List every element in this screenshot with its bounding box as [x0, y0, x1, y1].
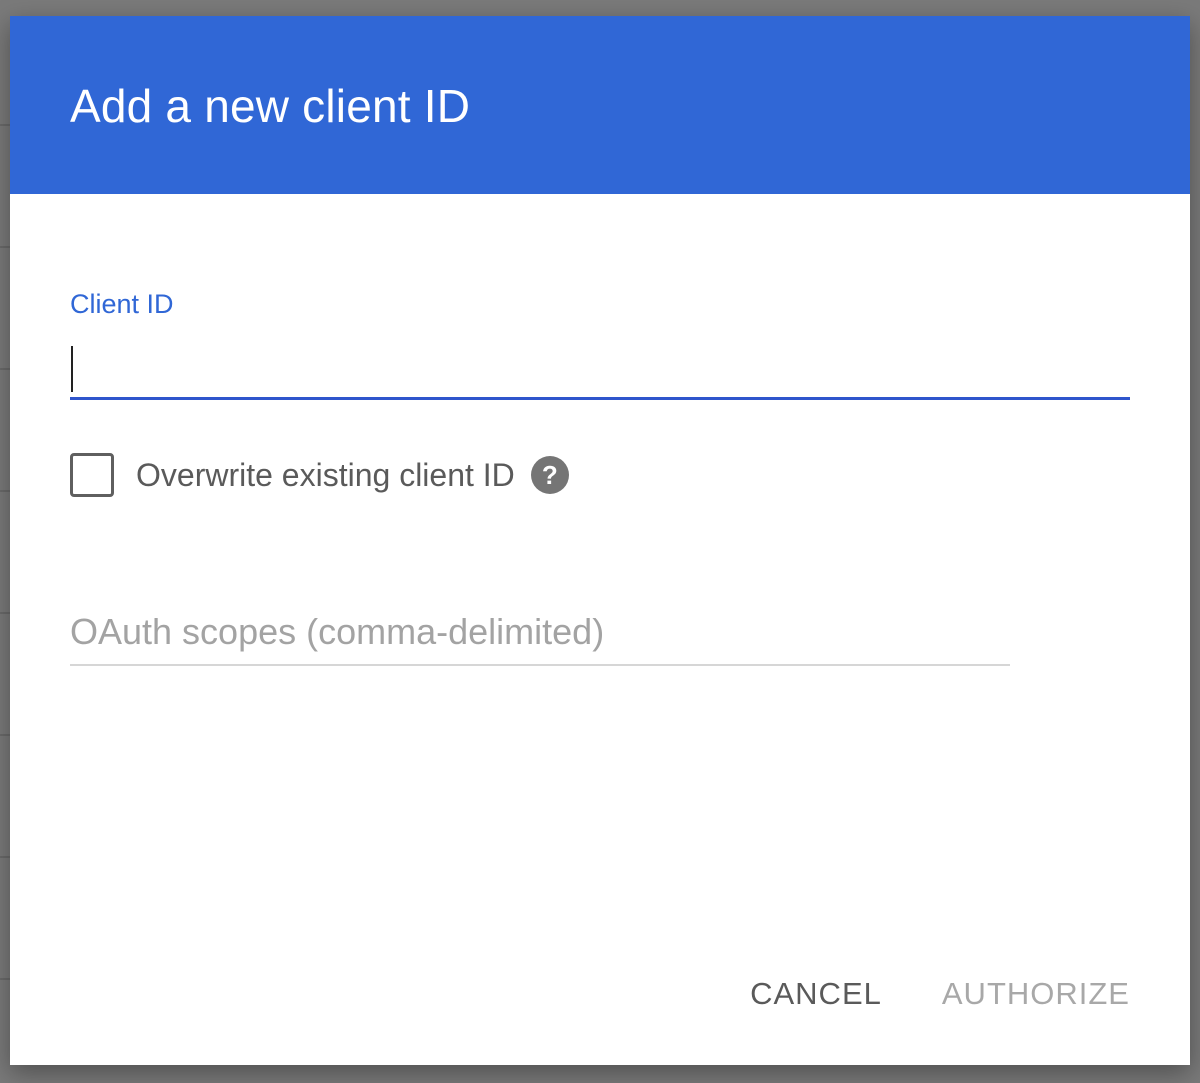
- overwrite-checkbox[interactable]: [70, 453, 114, 497]
- overwrite-option: Overwrite existing client ID ?: [70, 450, 569, 500]
- help-icon[interactable]: ?: [530, 456, 569, 494]
- authorize-button[interactable]: AUTHORIZE: [942, 974, 1130, 1014]
- client-id-label: Client ID: [70, 289, 174, 319]
- client-id-input[interactable]: [70, 336, 1130, 400]
- oauth-scopes-input[interactable]: [70, 600, 1010, 666]
- text-cursor: [71, 346, 73, 392]
- overwrite-checkbox-label[interactable]: Overwrite existing client ID: [136, 455, 515, 495]
- dialog-actions: CANCEL AUTHORIZE: [750, 974, 1130, 1014]
- add-client-id-dialog: Add a new client ID Client ID Overwrite …: [10, 16, 1190, 1065]
- cancel-button[interactable]: CANCEL: [750, 974, 882, 1014]
- dialog-header: Add a new client ID: [10, 16, 1190, 194]
- dialog-title: Add a new client ID: [70, 80, 471, 132]
